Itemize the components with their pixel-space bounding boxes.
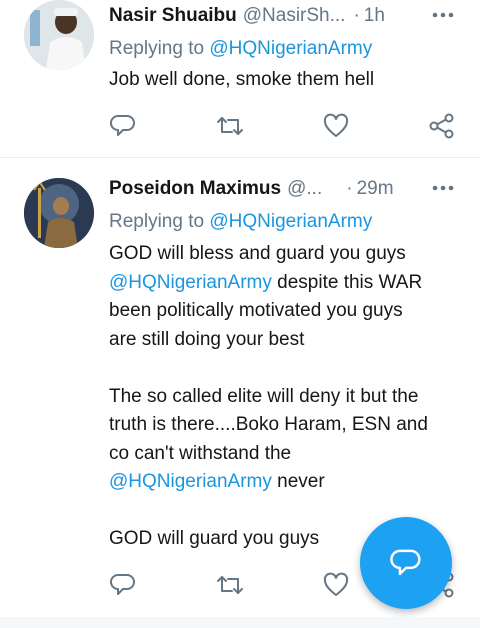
author-name[interactable]: Poseidon Maximus — [109, 178, 281, 200]
tweet-divider — [0, 157, 480, 158]
replying-to: Replying to @HQNigerianArmy — [109, 211, 372, 233]
reply-icon[interactable] — [109, 112, 137, 140]
mention-link[interactable]: @HQNigerianArmy — [109, 272, 272, 293]
tweet-text-line: The so called elite will deny it but the — [109, 385, 419, 407]
separator-dot: · — [353, 5, 360, 26]
tweet-header: Poseidon Maximus @... · 29m — [109, 175, 460, 203]
mention-link[interactable]: @HQNigerianArmy — [109, 471, 272, 492]
tweet-text-line: @HQNigerianArmy despite this WAR — [109, 269, 461, 298]
tweet-text-line: are still doing your best — [109, 328, 305, 350]
tweet-text-line: co can't withstand the — [109, 442, 292, 464]
replying-prefix: Replying to — [109, 211, 205, 232]
tweet-time[interactable]: 1h — [364, 5, 385, 27]
replying-mention[interactable]: @HQNigerianArmy — [209, 38, 372, 59]
more-icon[interactable] — [430, 178, 456, 198]
tweet-text: GOD will bless and guard you guys @HQNig… — [109, 240, 461, 554]
tweet-time[interactable]: 29m — [357, 178, 394, 200]
tweet-text-line: been politically motivated you guys — [109, 300, 403, 321]
author-name[interactable]: Nasir Shuaibu — [109, 5, 237, 27]
replying-to: Replying to @HQNigerianArmy — [109, 38, 372, 60]
author-handle[interactable]: @... — [287, 178, 322, 200]
tweet-actions — [0, 112, 480, 142]
like-icon[interactable] — [322, 571, 350, 599]
replying-mention[interactable]: @HQNigerianArmy — [209, 211, 372, 232]
avatar[interactable] — [24, 178, 94, 248]
compose-reply-icon — [390, 549, 421, 576]
tweet-divider — [0, 617, 480, 628]
share-icon[interactable] — [428, 112, 456, 140]
retweet-icon[interactable] — [216, 571, 244, 599]
tweet-text-line: GOD will bless and guard you guys — [109, 243, 406, 264]
avatar-photo — [24, 178, 94, 248]
tweet-text-line: Job well done, smoke them hell — [109, 69, 375, 90]
tweet-text: Job well done, smoke them hell — [109, 66, 461, 95]
more-icon[interactable] — [430, 5, 456, 25]
reply-icon[interactable] — [109, 571, 137, 599]
tweet-text-fragment: never — [271, 471, 325, 492]
tweet-header: Nasir Shuaibu @NasirSh... · 1h — [109, 2, 460, 30]
tweet-text-fragment: despite this WAR — [271, 271, 423, 293]
avatar-photo — [24, 0, 94, 70]
retweet-icon[interactable] — [216, 112, 244, 140]
like-icon[interactable] — [322, 112, 350, 140]
author-handle[interactable]: @NasirSh... — [243, 5, 346, 27]
tweet-text-line: truth is there....Boko Haram, ESN and — [109, 414, 428, 435]
tweet-text-line: @HQNigerianArmy never — [109, 468, 461, 497]
compose-reply-button[interactable] — [360, 517, 452, 609]
separator-dot: · — [346, 178, 353, 199]
replying-prefix: Replying to — [109, 38, 205, 59]
avatar[interactable] — [24, 0, 94, 70]
